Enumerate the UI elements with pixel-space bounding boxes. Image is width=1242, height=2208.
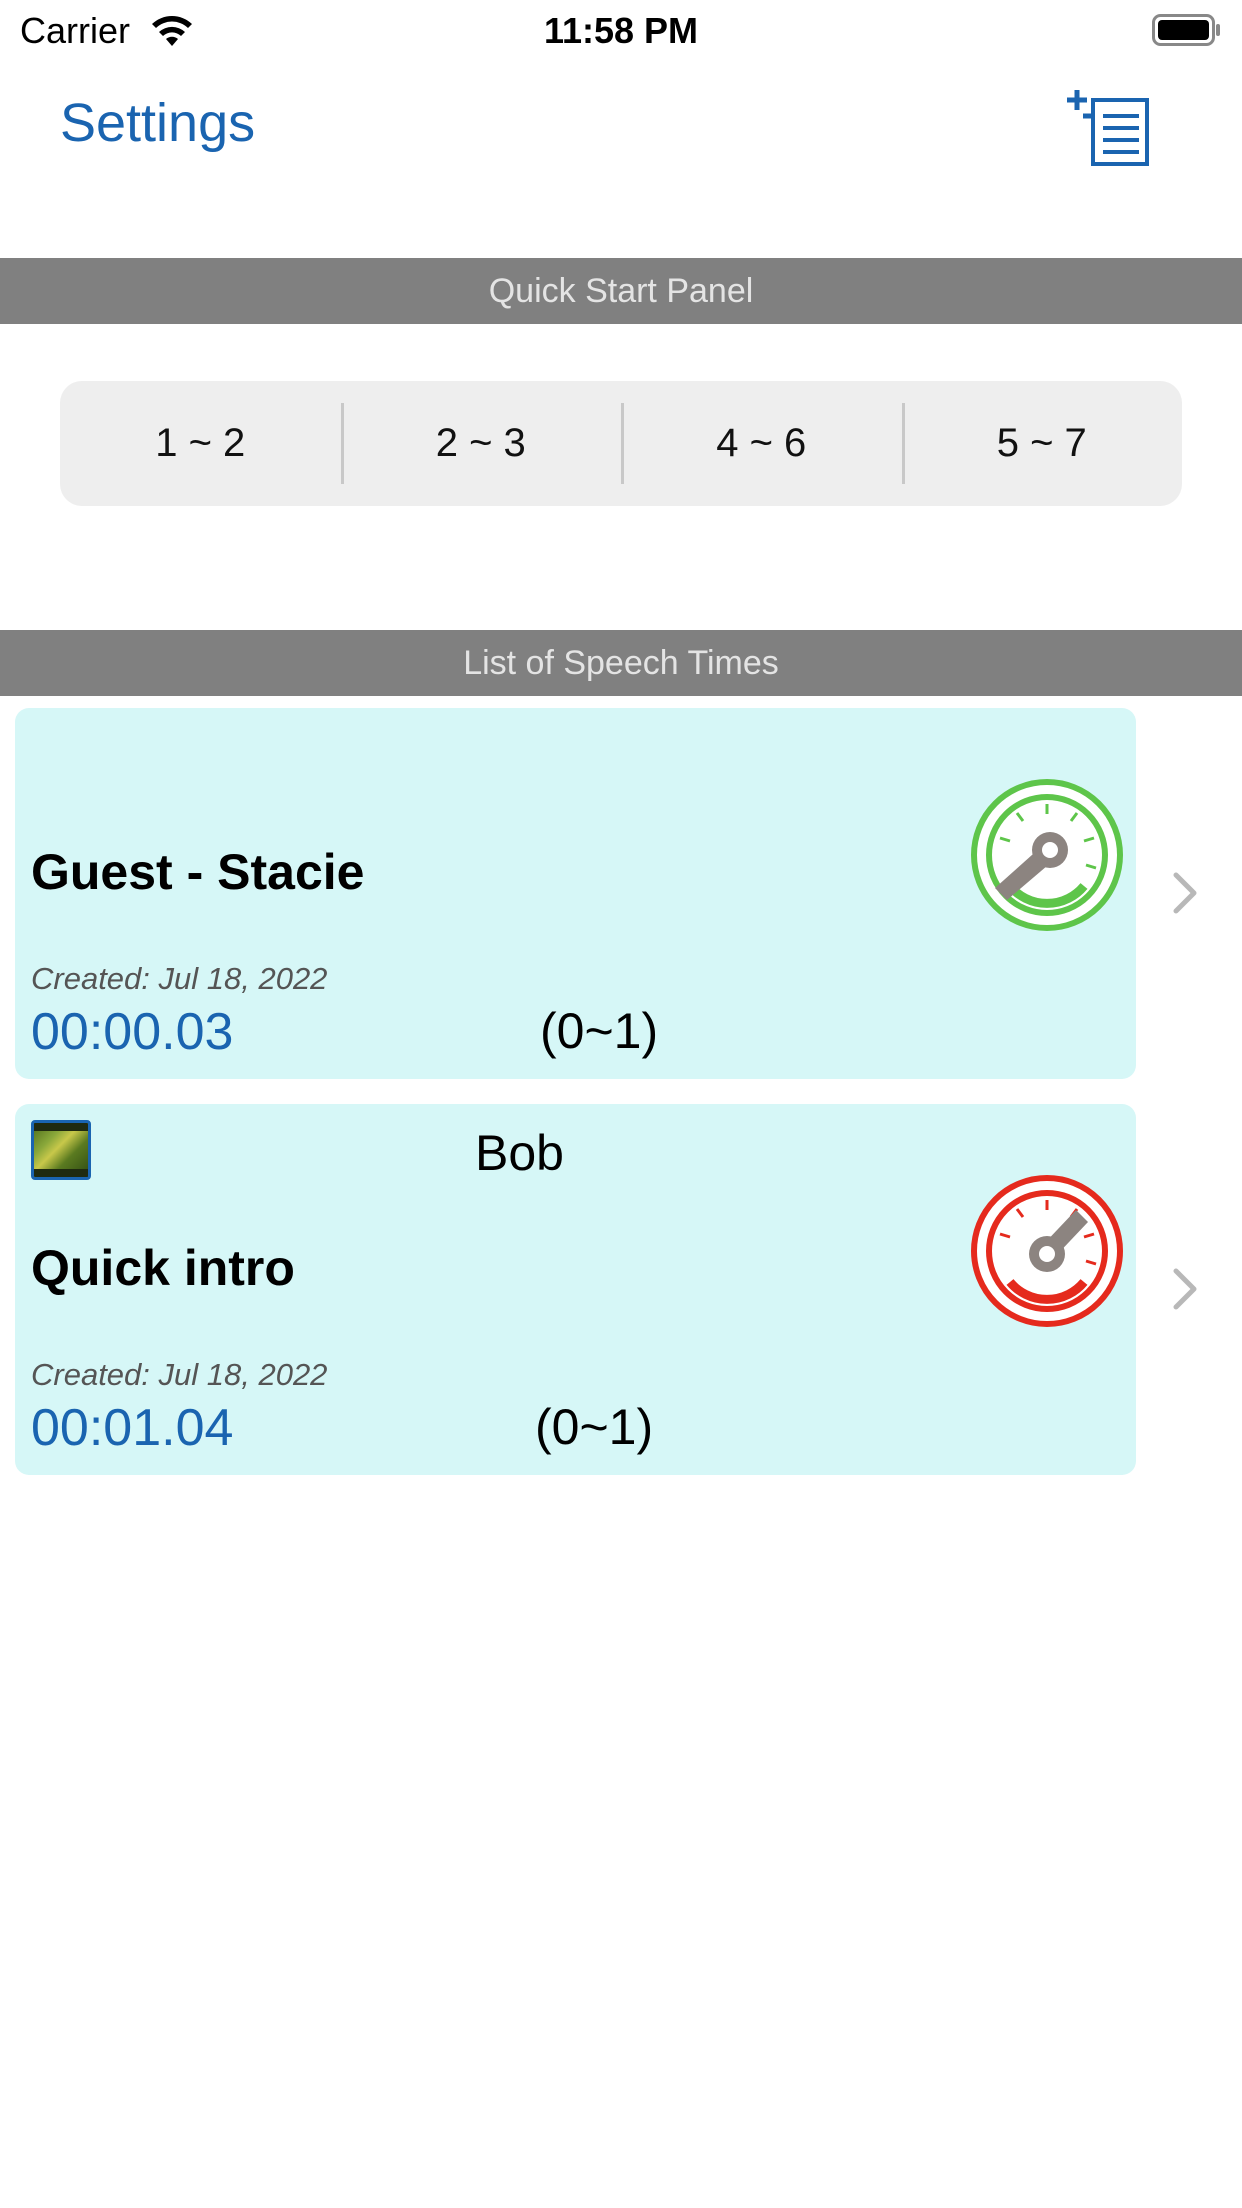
quick-start-segmented-control[interactable]: 1 ~ 2 2 ~ 3 4 ~ 6 5 ~ 7	[60, 381, 1182, 506]
chevron-right-icon[interactable]	[1170, 871, 1200, 915]
segment-4-6[interactable]: 4 ~ 6	[621, 381, 902, 506]
segment-5-7[interactable]: 5 ~ 7	[901, 381, 1183, 506]
speech-duration: 00:01.04	[31, 1399, 234, 1457]
gauge-green-icon	[971, 779, 1123, 931]
speaker-thumbnail	[31, 1120, 91, 1180]
clock: 11:58 PM	[543, 10, 699, 51]
created-date: Created: Jul 18, 2022	[31, 1357, 328, 1392]
add-document-icon[interactable]	[1065, 88, 1155, 168]
speech-card[interactable]: Guest - Stacie Created: Jul 18, 2022 00:…	[15, 708, 1197, 1079]
speech-range: (0~1)	[540, 1003, 659, 1059]
speech-list-header: List of Speech Times	[0, 630, 1242, 696]
battery-icon	[1152, 14, 1220, 46]
gauge-red-icon	[971, 1175, 1123, 1327]
created-date: Created: Jul 18, 2022	[31, 961, 328, 996]
speech-title: Guest - Stacie	[31, 844, 365, 900]
segment-2-3[interactable]: 2 ~ 3	[340, 381, 622, 506]
speech-range: (0~1)	[535, 1399, 654, 1455]
quick-start-header: Quick Start Panel	[0, 258, 1242, 324]
segment-1-2[interactable]: 1 ~ 2	[60, 381, 341, 506]
speech-card[interactable]: Bob Quick intro Created: Jul 18, 2022 00…	[15, 1104, 1197, 1475]
settings-button[interactable]: Settings	[60, 92, 255, 154]
speaker-name: Bob	[475, 1125, 564, 1181]
speech-title: Quick intro	[31, 1240, 295, 1296]
speech-duration: 00:00.03	[31, 1003, 234, 1061]
status-bar: Carrier 11:58 PM	[0, 0, 1242, 62]
chevron-right-icon[interactable]	[1170, 1267, 1200, 1311]
